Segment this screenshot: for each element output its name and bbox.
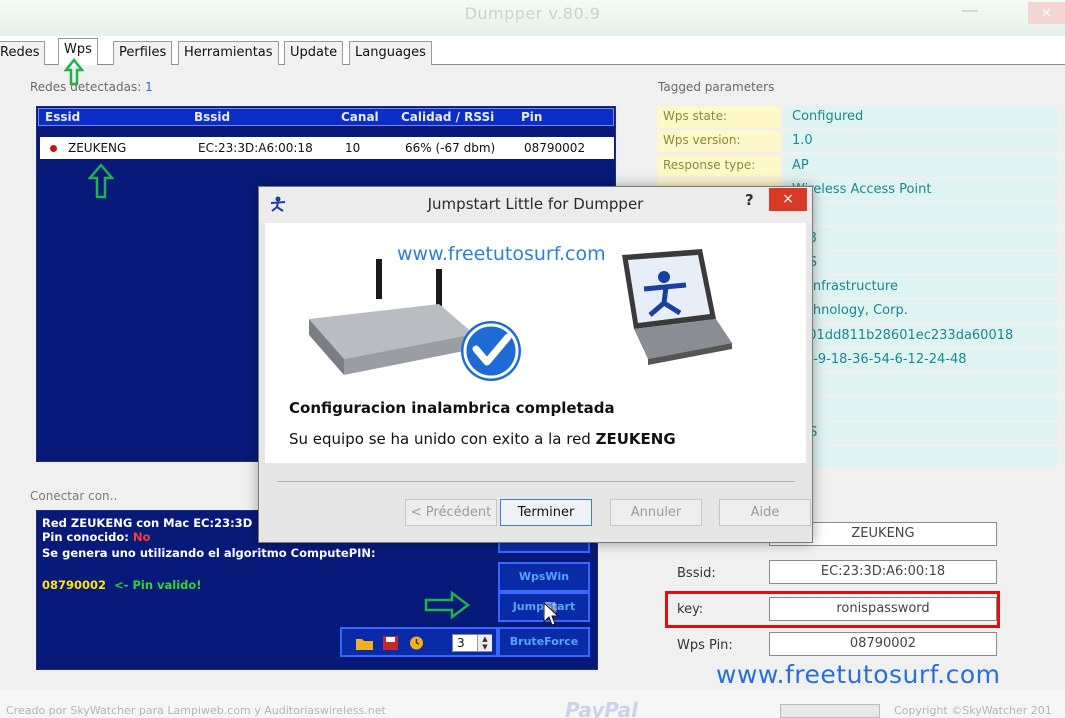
help-button[interactable]: Aide xyxy=(719,499,811,526)
pin-known-value: No xyxy=(132,530,151,544)
row-pin: 08790002 xyxy=(524,141,586,155)
col-calidad[interactable]: Calidad / RSSi xyxy=(401,110,494,124)
tagged-parameter-value xyxy=(784,397,1057,420)
stepper-arrows-icon[interactable]: ▲ ▼ xyxy=(477,635,492,651)
row-essid: ZEUKENG xyxy=(68,141,127,155)
tab-strip: Redes Wps Perfiles Herramientas Update L… xyxy=(0,38,1065,66)
col-essid[interactable]: Essid xyxy=(45,110,80,124)
tagged-parameter-value: -11-9-18-36-54-6-12-24-48 xyxy=(784,349,1057,371)
tagged-parameter-value: APS xyxy=(784,251,1057,274)
paypal-logo[interactable]: PayPal xyxy=(565,698,638,718)
networks-label-text: Redes detectadas: xyxy=(30,80,142,94)
dialog-heading: Configuracion inalambrica completada xyxy=(289,399,615,417)
router-icon xyxy=(309,259,521,381)
tab-herramientas[interactable]: Herramientas xyxy=(178,41,279,65)
tagged-parameter-value: 678 xyxy=(784,227,1057,250)
tab-perfiles[interactable]: Perfiles xyxy=(113,41,173,65)
window-close-button[interactable]: × xyxy=(1028,2,1065,24)
threads-value[interactable]: 3 xyxy=(457,636,465,650)
tagged-parameter-value: e001dd811b28601ec233da60018 xyxy=(784,324,1057,347)
tagged-parameter-value: z xyxy=(784,373,1057,396)
tool-group: 3 ▲ ▼ xyxy=(340,627,498,657)
pin-known-label: Pin conocido: xyxy=(42,530,129,544)
up-arrow-icon xyxy=(64,58,84,86)
tagged-parameter-value: tes xyxy=(784,446,1057,469)
tagged-parameter-value: Configured xyxy=(784,106,1057,128)
tagged-parameter-value: rk Infrastructure xyxy=(784,276,1057,299)
tagged-parameter-key: Wps version: xyxy=(657,130,781,153)
tagged-parameter-row: Wps state: Configured xyxy=(657,106,1057,128)
tagged-parameter-value: Wireless Access Point xyxy=(784,178,1057,201)
tagged-parameter-key: Wps state: xyxy=(657,106,781,128)
dialog-help-icon[interactable]: ? xyxy=(745,191,754,209)
up-arrow-icon xyxy=(88,163,114,199)
save-icon[interactable] xyxy=(382,636,399,650)
tagged-parameter-value: 1.0 xyxy=(784,130,1057,153)
tagged-parameter-row: Wps version: 1.0 xyxy=(657,130,1057,153)
wps-pin-label: Wps Pin: xyxy=(677,638,733,653)
networks-label: Redes detectadas: 1 xyxy=(30,80,153,94)
bruteforce-button[interactable]: BruteForce xyxy=(498,627,590,657)
console-line-pin-known: Pin conocido: No xyxy=(42,530,150,544)
laptop-icon xyxy=(622,249,732,365)
wpswin-button[interactable]: WpsWin xyxy=(498,562,590,592)
bssid-field[interactable]: EC:23:3D:A6:00:18 xyxy=(769,560,997,584)
threads-stepper[interactable]: 3 ▲ ▼ xyxy=(452,634,492,652)
table-row[interactable]: ZEUKENG EC:23:3D:A6:00:18 10 66% (-67 db… xyxy=(40,137,614,159)
console-line-network: Red ZEUKENG con Mac EC:23:3D xyxy=(42,516,253,530)
row-bssid: EC:23:3D:A6:00:18 xyxy=(198,141,313,155)
minimize-icon[interactable] xyxy=(962,8,978,12)
dialog-close-button[interactable]: × xyxy=(769,188,807,211)
previous-button[interactable]: < Précédent xyxy=(405,499,497,526)
tab-redes[interactable]: Redes xyxy=(0,41,46,65)
console-line-pin: 08790002 <- Pin valido! xyxy=(42,578,202,592)
tagged-parameter-value: AP xyxy=(784,154,1057,177)
col-pin[interactable]: Pin xyxy=(521,110,542,124)
dialog-title: Jumpstart Little for Dumpper xyxy=(427,195,644,213)
tagged-parameter-key: Response type: xyxy=(657,154,781,177)
footer-credit: Creado por SkyWatcher para Lampiweb.com … xyxy=(6,704,386,717)
app-title: Dumpper v.80.9 xyxy=(464,4,601,23)
connect-label: Conectar con.. xyxy=(30,489,118,503)
row-canal: 10 xyxy=(345,141,361,155)
network-list-header: Essid Bssid Canal Calidad / RSSi Pin xyxy=(38,108,614,126)
cancel-button[interactable]: Annuler xyxy=(610,499,702,526)
dialog-message-text: Su equipo se ha unido con exito a la red xyxy=(289,430,591,448)
console-pin-note: <- Pin valido! xyxy=(114,578,202,592)
col-canal[interactable]: Canal xyxy=(341,110,379,124)
mouse-cursor-icon xyxy=(543,602,560,626)
tab-languages[interactable]: Languages xyxy=(349,41,432,65)
watermark-text: www.freetutosurf.com xyxy=(716,660,1001,689)
key-highlight-box xyxy=(665,591,1000,628)
dialog-network-name: ZEUKENG xyxy=(595,430,676,448)
signal-dot-icon xyxy=(50,145,57,152)
console-line-computepin: Se genera uno utilizando el algoritmo Co… xyxy=(42,546,376,560)
dialog-message: Su equipo se ha unido con exito a la red… xyxy=(289,430,676,448)
tagged-parameter-value: AES xyxy=(784,421,1057,444)
license-badge xyxy=(780,704,880,718)
finish-button[interactable]: Terminer xyxy=(500,499,592,526)
console-pin-value: 08790002 xyxy=(42,578,107,592)
networks-count: 1 xyxy=(145,80,153,94)
dialog-separator xyxy=(277,481,795,482)
jumpstart-dialog: Jumpstart Little for Dumpper ? × www.fre… xyxy=(258,186,813,543)
row-calidad: 66% (-67 dbm) xyxy=(405,141,496,155)
tagged-parameter-row: Response type: AP xyxy=(657,154,1057,177)
tagged-parameter-value: 0 xyxy=(784,203,1057,226)
tagged-parameter-value: Technology, Corp. xyxy=(784,300,1057,323)
right-arrow-icon xyxy=(424,591,470,619)
tagged-parameters-title: Tagged parameters xyxy=(658,80,775,94)
footer-copyright: Copyright ©SkyWatcher 201 xyxy=(894,704,1052,717)
wps-pin-field[interactable]: 08790002 xyxy=(769,632,997,656)
clock-icon[interactable] xyxy=(408,636,425,650)
folder-icon[interactable] xyxy=(356,636,373,650)
bssid-label: Bssid: xyxy=(677,566,716,581)
tab-update[interactable]: Update xyxy=(284,41,344,65)
col-bssid[interactable]: Bssid xyxy=(194,110,230,124)
